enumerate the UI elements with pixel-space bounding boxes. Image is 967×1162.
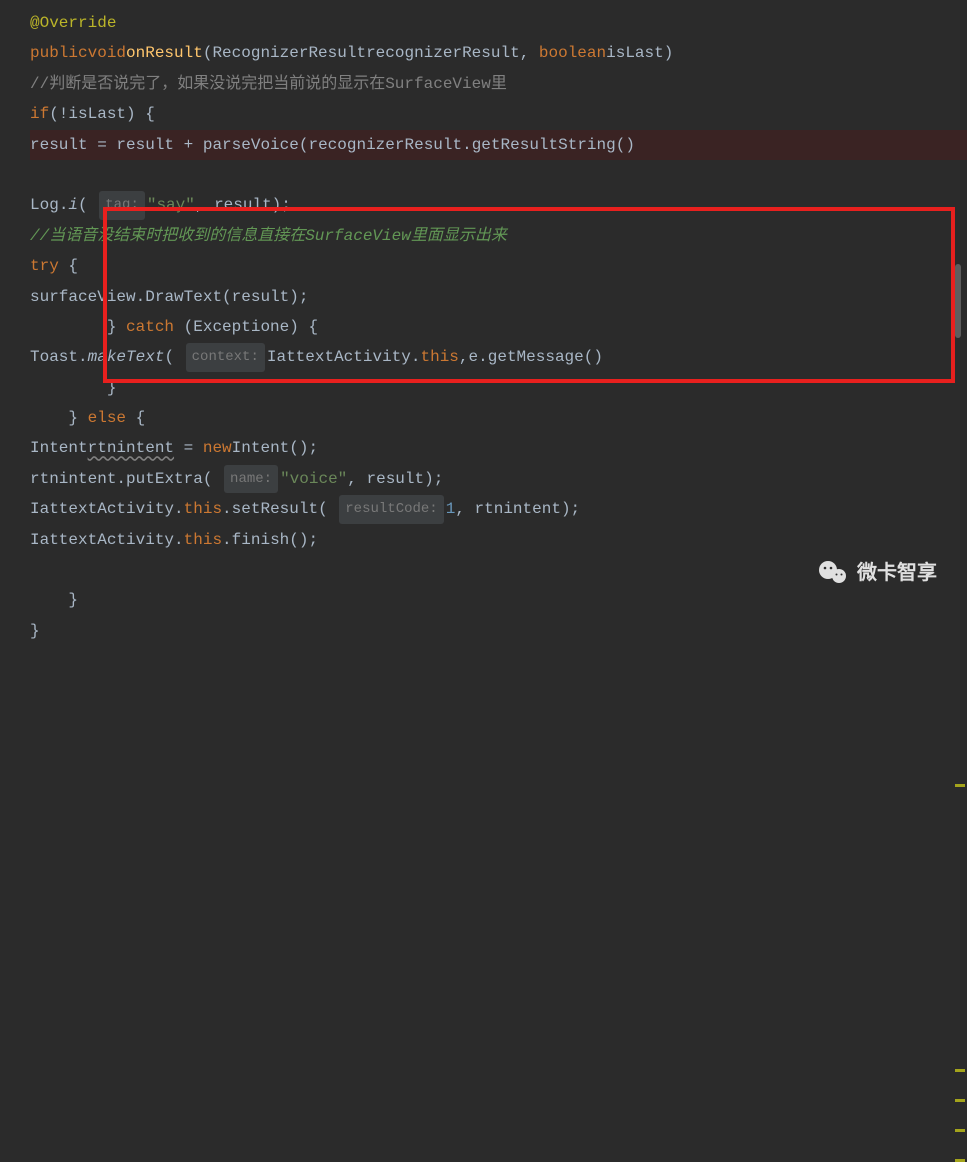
keyword-public: public	[30, 38, 88, 68]
param-hint-name: name:	[224, 465, 278, 494]
comment-line: //判断是否说完了，如果没说完把当前说的显示在SurfaceView里	[30, 69, 507, 99]
annotation: @Override	[30, 8, 116, 38]
vertical-scrollbar[interactable]	[955, 264, 961, 338]
wechat-icon	[817, 557, 849, 589]
param-hint-tag: tag:	[99, 191, 145, 220]
keyword-catch: catch	[126, 312, 174, 342]
param-hint-resultcode: resultCode:	[339, 495, 443, 524]
method-onresult: onResult	[126, 38, 203, 68]
keyword-if: if	[30, 99, 49, 129]
watermark: 微卡智享	[817, 554, 937, 592]
error-highlight-line: result = result + parseVoice(recognizerR…	[30, 130, 967, 160]
keyword-void: void	[88, 38, 126, 68]
keyword-else: else	[88, 403, 126, 433]
watermark-text: 微卡智享	[857, 554, 937, 592]
keyword-try: try	[30, 251, 59, 281]
param-hint-context: context:	[186, 343, 265, 372]
comment-line-2: //当语音没结束时把收到的信息直接在SurfaceView里面显示出来	[30, 221, 507, 251]
